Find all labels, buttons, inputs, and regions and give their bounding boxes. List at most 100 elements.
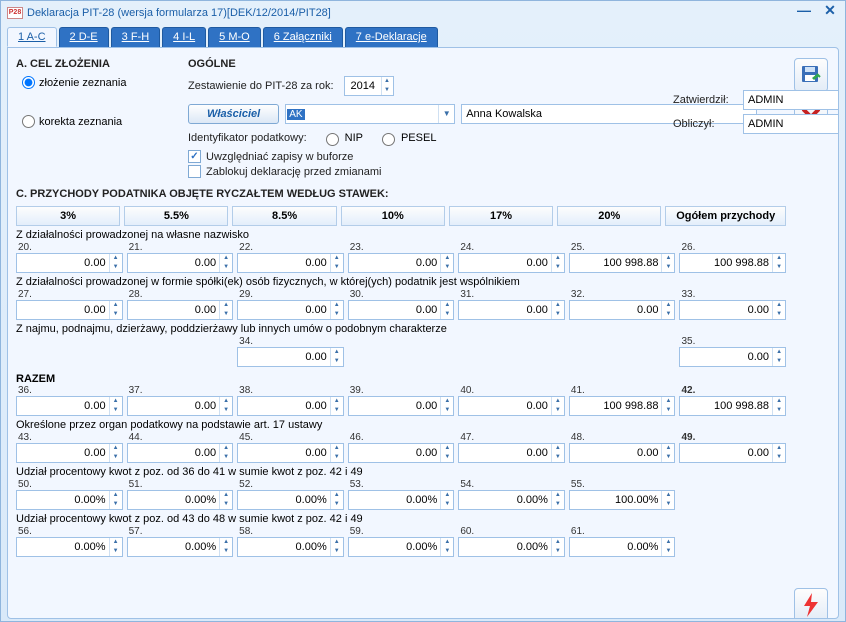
num-input-25[interactable]: 100 998.88▲▼ (569, 253, 676, 273)
poz-label: 33. (679, 289, 786, 300)
num-input-38[interactable]: 0.00▲▼ (237, 396, 344, 416)
num-input-30[interactable]: 0.00▲▼ (348, 300, 455, 320)
num-input-31[interactable]: 0.00▲▼ (458, 300, 565, 320)
num-input-21[interactable]: 0.00▲▼ (127, 253, 234, 273)
num-input-41[interactable]: 100 998.88▲▼ (569, 396, 676, 416)
titlebar: P28 Deklaracja PIT-28 (wersja formularza… (1, 1, 845, 25)
year-input[interactable]: 2014 ▲▼ (344, 76, 394, 96)
num-input-54[interactable]: 0.00%▲▼ (458, 490, 565, 510)
radio-correction[interactable]: korekta zeznania (22, 115, 175, 128)
num-input-23[interactable]: 0.00▲▼ (348, 253, 455, 273)
tab-7-edeclarations[interactable]: 7 e-Deklaracje (345, 27, 438, 47)
num-input-27[interactable]: 0.00▲▼ (16, 300, 123, 320)
num-input-48[interactable]: 0.00▲▼ (569, 443, 676, 463)
radio-submit-input[interactable] (22, 76, 35, 89)
num-value: 0.00 (305, 257, 326, 269)
cell-31: 31.0.00▲▼ (458, 289, 565, 320)
poz-label: 59. (348, 526, 455, 537)
num-input-33[interactable]: 0.00▲▼ (679, 300, 786, 320)
num-input-58[interactable]: 0.00%▲▼ (237, 537, 344, 557)
num-value: 0.00% (185, 494, 216, 506)
year-up[interactable]: ▲ (381, 77, 393, 86)
minimize-button[interactable]: — (795, 3, 813, 19)
num-input-52[interactable]: 0.00%▲▼ (237, 490, 344, 510)
num-input-39[interactable]: 0.00▲▼ (348, 396, 455, 416)
num-value: 0.00 (305, 400, 326, 412)
num-input-26[interactable]: 100 998.88▲▼ (679, 253, 786, 273)
num-input-57[interactable]: 0.00%▲▼ (127, 537, 234, 557)
num-value: 0.00 (84, 400, 105, 412)
num-input-40[interactable]: 0.00▲▼ (458, 396, 565, 416)
num-input-60[interactable]: 0.00%▲▼ (458, 537, 565, 557)
cell-54: 54.0.00%▲▼ (458, 479, 565, 510)
num-input-22[interactable]: 0.00▲▼ (237, 253, 344, 273)
num-input-61[interactable]: 0.00%▲▼ (569, 537, 676, 557)
calc-label: Obliczył: (673, 118, 743, 130)
poz-label: 52. (237, 479, 344, 490)
checkbox-lock[interactable] (188, 165, 201, 178)
owner-button[interactable]: Właściciel (188, 104, 279, 124)
num-value: 0.00 (416, 304, 437, 316)
approved-by-field[interactable]: ADMIN (743, 90, 839, 110)
year-down[interactable]: ▼ (381, 86, 393, 95)
num-input-28[interactable]: 0.00▲▼ (127, 300, 234, 320)
input-35[interactable]: 0.00▲▼ (679, 347, 786, 367)
num-input-29[interactable]: 0.00▲▼ (237, 300, 344, 320)
num-input-43[interactable]: 0.00▲▼ (16, 443, 123, 463)
num-input-53[interactable]: 0.00%▲▼ (348, 490, 455, 510)
section-a-title: A. CEL ZŁOŻENIA (16, 58, 175, 70)
poz-label: 60. (458, 526, 565, 537)
num-input-46[interactable]: 0.00▲▼ (348, 443, 455, 463)
num-input-44[interactable]: 0.00▲▼ (127, 443, 234, 463)
radio-nip-label: NIP (345, 132, 363, 144)
poz-label: 42. (679, 385, 786, 396)
tab-5-mo[interactable]: 5 M-O (208, 27, 261, 47)
num-input-55[interactable]: 100.00%▲▼ (569, 490, 676, 510)
owner-combo[interactable]: AK ▼ (285, 104, 455, 124)
radio-nip-input[interactable] (326, 133, 339, 146)
num-input-20[interactable]: 0.00▲▼ (16, 253, 123, 273)
val-35: 0.00 (748, 351, 769, 363)
poz-label: 55. (569, 479, 676, 490)
radio-correction-input[interactable] (22, 115, 35, 128)
poz-label: 49. (679, 432, 786, 443)
num-input-24[interactable]: 0.00▲▼ (458, 253, 565, 273)
tab-1-ac[interactable]: 1 A-C (7, 27, 57, 47)
num-input-45[interactable]: 0.00▲▼ (237, 443, 344, 463)
num-input-42[interactable]: 100 998.88▲▼ (679, 396, 786, 416)
run-button[interactable] (794, 588, 828, 619)
input-34[interactable]: 0.00▲▼ (237, 347, 344, 367)
radio-pesel-input[interactable] (382, 133, 395, 146)
num-input-50[interactable]: 0.00%▲▼ (16, 490, 123, 510)
num-input-37[interactable]: 0.00▲▼ (127, 396, 234, 416)
radio-nip[interactable]: NIP (321, 130, 363, 146)
cell-56: 56.0.00%▲▼ (16, 526, 123, 557)
num-input-49[interactable]: 0.00▲▼ (679, 443, 786, 463)
tab-4-il[interactable]: 4 I-L (162, 27, 206, 47)
num-input-36[interactable]: 0.00▲▼ (16, 396, 123, 416)
num-value: 0.00% (74, 541, 105, 553)
num-input-56[interactable]: 0.00%▲▼ (16, 537, 123, 557)
poz-label: 36. (16, 385, 123, 396)
calc-by-field[interactable]: ADMIN (743, 114, 839, 134)
num-input-51[interactable]: 0.00%▲▼ (127, 490, 234, 510)
radio-submit[interactable]: złożenie zeznania (22, 76, 175, 89)
tab-3-fh[interactable]: 3 F-H (111, 27, 161, 47)
checkbox-buffer[interactable]: ✓ (188, 150, 201, 163)
num-input-47[interactable]: 0.00▲▼ (458, 443, 565, 463)
tab-2-de[interactable]: 2 D-E (59, 27, 109, 47)
num-input-32[interactable]: 0.00▲▼ (569, 300, 676, 320)
save-button[interactable] (794, 58, 828, 92)
num-input-59[interactable]: 0.00%▲▼ (348, 537, 455, 557)
radio-pesel[interactable]: PESEL (377, 130, 436, 146)
poz-label: 50. (16, 479, 123, 490)
owner-dropdown-icon[interactable]: ▼ (438, 105, 454, 123)
main-panel: A. CEL ZŁOŻENIA złożenie zeznania korekt… (7, 47, 839, 619)
tab-6-attachments[interactable]: 6 Załączniki (263, 27, 343, 47)
num-value: 0.00% (296, 541, 327, 553)
cell-52: 52.0.00%▲▼ (237, 479, 344, 510)
cell-49: 49.0.00▲▼ (679, 432, 786, 463)
cell-27: 27.0.00▲▼ (16, 289, 123, 320)
close-button[interactable]: ✕ (821, 3, 839, 19)
poz-label: 40. (458, 385, 565, 396)
